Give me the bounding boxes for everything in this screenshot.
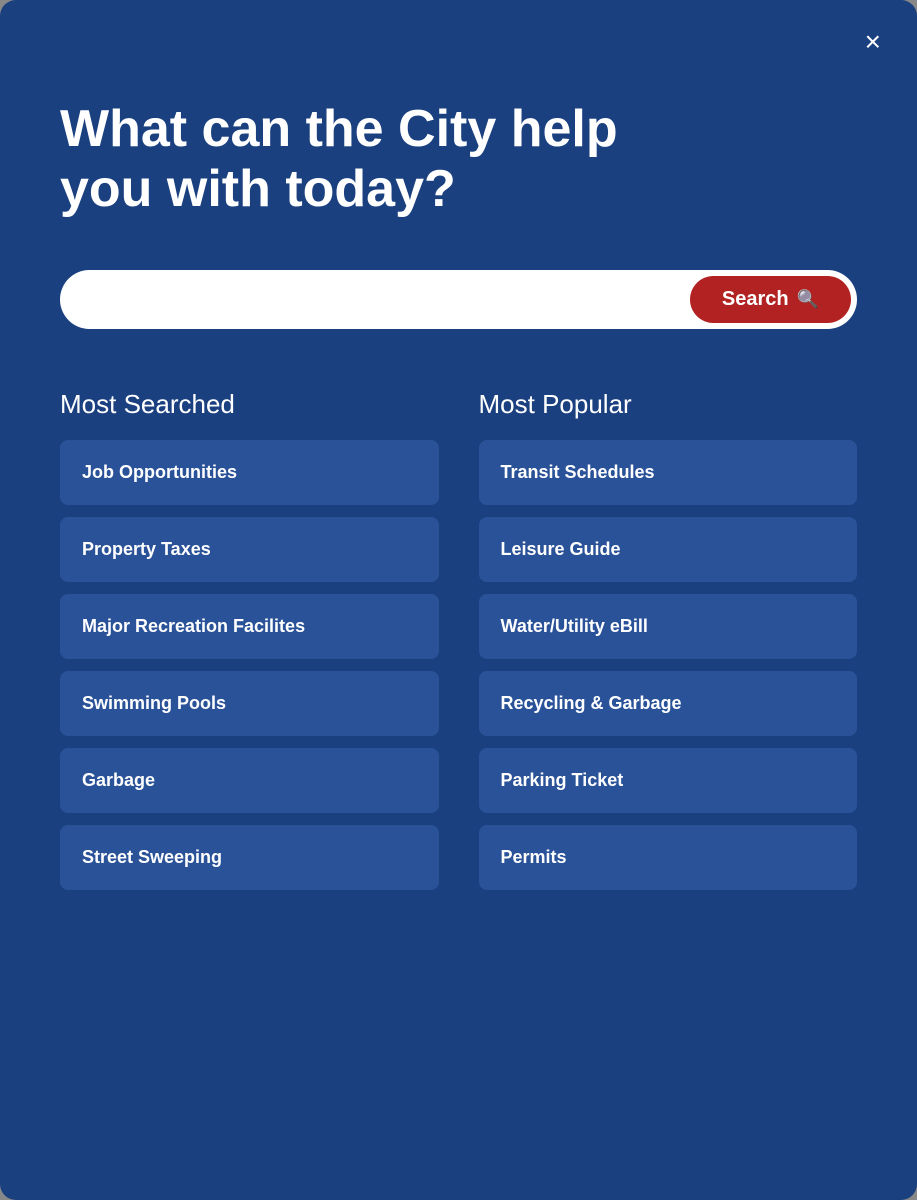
most-popular-column: Most Popular Transit Schedules Leisure Gu… [479, 389, 858, 1140]
search-button[interactable]: Search 🔍 [690, 276, 851, 323]
most-popular-list: Transit Schedules Leisure Guide Water/Util… [479, 440, 858, 890]
search-bar: Search 🔍 [60, 270, 857, 329]
list-item[interactable]: Property Taxes [60, 517, 439, 582]
most-searched-title: Most Searched [60, 389, 439, 420]
list-item[interactable]: Major Recreation Facilites [60, 594, 439, 659]
list-item[interactable]: Water/Utility eBill [479, 594, 858, 659]
search-button-label: Search [722, 288, 789, 311]
search-icon: 🔍 [797, 289, 819, 310]
close-button[interactable]: × [865, 28, 881, 56]
most-searched-list: Job Opportunities Property Taxes Major Rec… [60, 440, 439, 890]
list-item[interactable]: Leisure Guide [479, 517, 858, 582]
list-item[interactable]: Job Opportunities [60, 440, 439, 505]
list-item[interactable]: Street Sweeping [60, 825, 439, 890]
list-item[interactable]: Recycling & Garbage [479, 671, 858, 736]
list-item[interactable]: Garbage [60, 748, 439, 813]
most-popular-title: Most Popular [479, 389, 858, 420]
list-item[interactable]: Parking Ticket [479, 748, 858, 813]
modal: × What can the City help you with today?… [0, 0, 917, 1200]
list-item[interactable]: Swimming Pools [60, 671, 439, 736]
list-item[interactable]: Permits [479, 825, 858, 890]
list-item[interactable]: Transit Schedules [479, 440, 858, 505]
headline: What can the City help you with today? [60, 100, 710, 220]
search-input[interactable] [80, 280, 690, 319]
most-searched-column: Most Searched Job Opportunities Property … [60, 389, 439, 1140]
columns: Most Searched Job Opportunities Property … [60, 389, 857, 1140]
